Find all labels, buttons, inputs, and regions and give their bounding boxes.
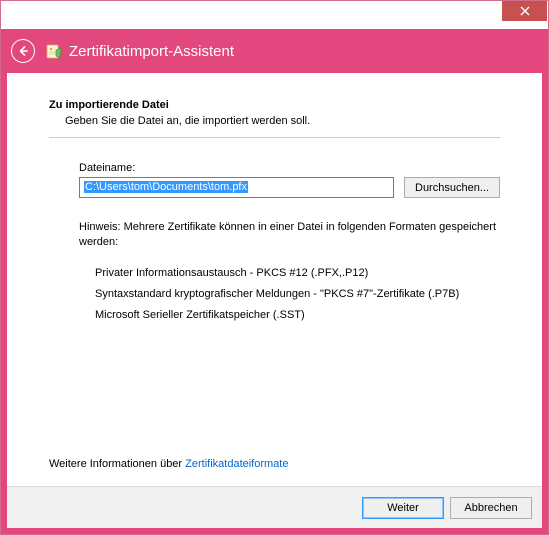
file-formats-link[interactable]: Zertifikatdateiformate: [185, 458, 288, 470]
next-button[interactable]: Weiter: [362, 497, 444, 519]
more-info: Weitere Informationen über Zertifikatdat…: [49, 458, 288, 470]
format-item: Privater Informationsaustausch - PKCS #1…: [95, 267, 500, 279]
footer: Weiter Abbrechen: [7, 486, 542, 528]
format-item: Syntaxstandard kryptografischer Meldunge…: [95, 288, 500, 300]
format-item: Microsoft Serieller Zertifikatspeicher (…: [95, 309, 500, 321]
hint-text: Hinweis: Mehrere Zertifikate können in e…: [79, 220, 500, 250]
file-field: Dateiname: C:\Users\tom\Documents\tom.pf…: [79, 162, 500, 220]
close-button[interactable]: [502, 1, 547, 21]
more-info-prefix: Weitere Informationen über: [49, 458, 185, 470]
certificate-icon: [45, 42, 63, 60]
divider: [49, 137, 500, 138]
file-label: Dateiname:: [79, 162, 500, 174]
content-wrap: Zu importierende Datei Geben Sie die Dat…: [1, 73, 548, 534]
back-button[interactable]: [11, 39, 35, 63]
file-path-value: C:\Users\tom\Documents\tom.pfx: [84, 181, 248, 193]
file-path-input[interactable]: C:\Users\tom\Documents\tom.pfx: [79, 177, 394, 198]
wizard-window: Zertifikatimport-Assistent Zu importiere…: [0, 0, 549, 535]
header-title: Zertifikatimport-Assistent: [69, 43, 234, 60]
format-list: Privater Informationsaustausch - PKCS #1…: [95, 258, 500, 330]
close-icon: [520, 6, 530, 16]
browse-button[interactable]: Durchsuchen...: [404, 177, 500, 198]
back-arrow-icon: [17, 45, 29, 57]
content: Zu importierende Datei Geben Sie die Dat…: [7, 73, 542, 486]
cancel-button[interactable]: Abbrechen: [450, 497, 532, 519]
section-title: Zu importierende Datei: [49, 99, 500, 111]
header: Zertifikatimport-Assistent: [1, 29, 548, 73]
titlebar: [1, 1, 548, 29]
section-subtitle: Geben Sie die Datei an, die importiert w…: [65, 115, 500, 127]
